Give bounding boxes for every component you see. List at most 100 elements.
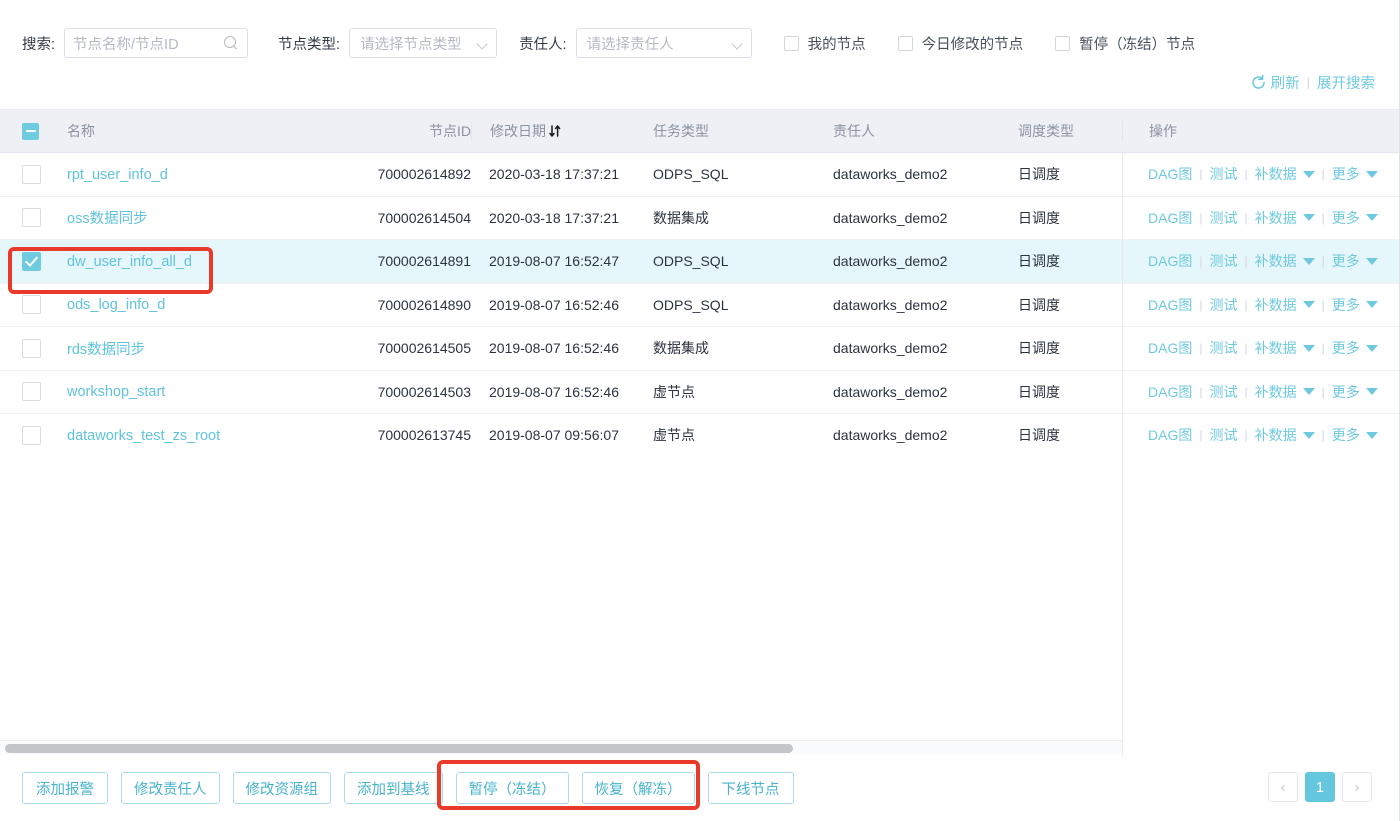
backfill-link[interactable]: 补数据 bbox=[1255, 208, 1297, 228]
cell-node-name[interactable]: rds数据同步 bbox=[67, 338, 370, 359]
row-checkbox-cell[interactable] bbox=[0, 295, 67, 315]
more-link[interactable]: 更多 bbox=[1332, 382, 1360, 402]
backfill-link[interactable]: 补数据 bbox=[1255, 251, 1297, 271]
test-link[interactable]: 测试 bbox=[1209, 382, 1237, 402]
backfill-link[interactable]: 补数据 bbox=[1255, 338, 1297, 358]
dag-link[interactable]: DAG图 bbox=[1148, 338, 1192, 358]
table-row[interactable]: rds数据同步 700002614505 2019-08-07 16:52:46… bbox=[0, 327, 1399, 371]
chevron-down-icon[interactable] bbox=[1365, 170, 1378, 178]
node-name-link[interactable]: ods_log_info_d bbox=[67, 297, 165, 313]
chevron-down-icon[interactable] bbox=[1302, 257, 1315, 265]
cell-node-name[interactable]: ods_log_info_d bbox=[67, 296, 370, 313]
add-alert-button[interactable]: 添加报警 bbox=[22, 772, 108, 804]
dag-link[interactable]: DAG图 bbox=[1148, 251, 1192, 271]
search-input[interactable]: 节点名称/节点ID bbox=[64, 28, 249, 58]
checkbox-box[interactable] bbox=[897, 35, 913, 51]
test-link[interactable]: 测试 bbox=[1209, 295, 1237, 315]
chevron-down-icon[interactable] bbox=[1302, 344, 1315, 352]
chevron-down-icon[interactable] bbox=[1365, 431, 1378, 439]
filter-checkbox-modified-today[interactable]: 今日修改的节点 bbox=[897, 33, 1023, 54]
backfill-link[interactable]: 补数据 bbox=[1255, 425, 1297, 445]
backfill-link[interactable]: 补数据 bbox=[1255, 382, 1297, 402]
test-link[interactable]: 测试 bbox=[1209, 251, 1237, 271]
row-checkbox[interactable] bbox=[22, 425, 41, 445]
test-link[interactable]: 测试 bbox=[1209, 425, 1237, 445]
dag-link[interactable]: DAG图 bbox=[1148, 208, 1192, 228]
horizontal-scrollbar-thumb[interactable] bbox=[5, 744, 793, 753]
offline-node-button[interactable]: 下线节点 bbox=[707, 772, 794, 804]
test-link[interactable]: 测试 bbox=[1209, 338, 1237, 358]
chevron-down-icon[interactable] bbox=[1365, 344, 1378, 352]
chevron-down-icon[interactable] bbox=[1365, 214, 1378, 222]
table-row[interactable]: dataworks_test_zs_root 700002613745 2019… bbox=[0, 414, 1399, 458]
node-name-link[interactable]: workshop_start bbox=[67, 384, 165, 400]
chevron-down-icon[interactable] bbox=[1365, 301, 1378, 309]
column-header-schedule-type[interactable]: 调度类型 bbox=[1018, 121, 1122, 141]
row-checkbox[interactable] bbox=[22, 208, 41, 228]
backfill-link[interactable]: 补数据 bbox=[1255, 295, 1297, 315]
column-header-modified-date[interactable]: 修改日期 bbox=[471, 121, 653, 141]
more-link[interactable]: 更多 bbox=[1332, 164, 1360, 184]
resume-unfreeze-button[interactable]: 恢复（解冻） bbox=[581, 772, 695, 804]
owner-select[interactable]: 请选择责任人 bbox=[575, 28, 752, 58]
dag-link[interactable]: DAG图 bbox=[1148, 382, 1192, 402]
more-link[interactable]: 更多 bbox=[1332, 295, 1360, 315]
row-checkbox[interactable] bbox=[22, 295, 41, 315]
table-row[interactable]: rpt_user_info_d 700002614892 2020-03-18 … bbox=[0, 153, 1399, 197]
cell-node-name[interactable]: oss数据同步 bbox=[67, 207, 370, 228]
chevron-down-icon[interactable] bbox=[1302, 170, 1315, 178]
cell-node-name[interactable]: dw_user_info_all_d bbox=[67, 253, 370, 270]
row-checkbox-cell[interactable] bbox=[0, 338, 67, 358]
expand-search-button[interactable]: 展开搜索 bbox=[1317, 72, 1375, 93]
node-name-link[interactable]: rds数据同步 bbox=[67, 342, 145, 358]
chevron-down-icon[interactable] bbox=[1302, 388, 1315, 396]
node-name-link[interactable]: dw_user_info_all_d bbox=[67, 254, 192, 270]
row-checkbox-cell[interactable] bbox=[0, 208, 67, 228]
pagination-next-button[interactable]: › bbox=[1342, 772, 1372, 802]
filter-checkbox-paused-nodes[interactable]: 暂停（冻结）节点 bbox=[1055, 33, 1195, 54]
row-checkbox-cell[interactable] bbox=[0, 164, 67, 184]
row-checkbox-cell[interactable] bbox=[0, 425, 67, 445]
column-header-node-id[interactable]: 节点ID bbox=[370, 121, 471, 141]
node-name-link[interactable]: rpt_user_info_d bbox=[67, 167, 168, 183]
more-link[interactable]: 更多 bbox=[1332, 338, 1360, 358]
row-checkbox[interactable] bbox=[22, 251, 41, 271]
dag-link[interactable]: DAG图 bbox=[1148, 295, 1192, 315]
chevron-down-icon[interactable] bbox=[1302, 431, 1315, 439]
refresh-icon[interactable] bbox=[1250, 74, 1267, 91]
table-row[interactable]: workshop_start 700002614503 2019-08-07 1… bbox=[0, 370, 1399, 414]
pagination-prev-button[interactable]: ‹ bbox=[1268, 772, 1298, 802]
cell-node-name[interactable]: rpt_user_info_d bbox=[67, 166, 370, 183]
chevron-down-icon[interactable] bbox=[1365, 388, 1378, 396]
column-header-name[interactable]: 名称 bbox=[67, 121, 370, 141]
chevron-down-icon[interactable] bbox=[1365, 257, 1378, 265]
row-checkbox[interactable] bbox=[22, 164, 41, 184]
column-header-owner[interactable]: 责任人 bbox=[833, 121, 1018, 141]
column-header-task-type[interactable]: 任务类型 bbox=[653, 121, 833, 141]
dag-link[interactable]: DAG图 bbox=[1148, 164, 1192, 184]
more-link[interactable]: 更多 bbox=[1332, 251, 1360, 271]
cell-node-name[interactable]: workshop_start bbox=[67, 383, 370, 400]
pagination-page-1[interactable]: 1 bbox=[1305, 772, 1335, 802]
filter-checkbox-my-nodes[interactable]: 我的节点 bbox=[783, 33, 866, 54]
more-link[interactable]: 更多 bbox=[1332, 425, 1360, 445]
refresh-button[interactable]: 刷新 bbox=[1271, 72, 1300, 93]
row-checkbox[interactable] bbox=[22, 382, 41, 402]
node-name-link[interactable]: oss数据同步 bbox=[67, 211, 148, 227]
row-checkbox-cell[interactable] bbox=[0, 382, 67, 402]
node-type-select[interactable]: 请选择节点类型 bbox=[349, 28, 498, 58]
change-owner-button[interactable]: 修改责任人 bbox=[121, 772, 220, 804]
checkbox-box[interactable] bbox=[1055, 35, 1071, 51]
table-row[interactable]: ods_log_info_d 700002614890 2019-08-07 1… bbox=[0, 283, 1399, 327]
add-to-baseline-button[interactable]: 添加到基线 bbox=[344, 772, 443, 804]
test-link[interactable]: 测试 bbox=[1209, 164, 1237, 184]
table-row[interactable]: dw_user_info_all_d 700002614891 2019-08-… bbox=[0, 240, 1399, 284]
row-checkbox[interactable] bbox=[22, 338, 41, 358]
search-icon[interactable] bbox=[224, 35, 239, 51]
chevron-down-icon[interactable] bbox=[1302, 301, 1315, 309]
backfill-link[interactable]: 补数据 bbox=[1255, 164, 1297, 184]
chevron-down-icon[interactable] bbox=[1302, 214, 1315, 222]
pause-freeze-button[interactable]: 暂停（冻结） bbox=[455, 772, 569, 804]
dag-link[interactable]: DAG图 bbox=[1148, 425, 1192, 445]
select-all-checkbox-cell[interactable] bbox=[0, 122, 67, 140]
